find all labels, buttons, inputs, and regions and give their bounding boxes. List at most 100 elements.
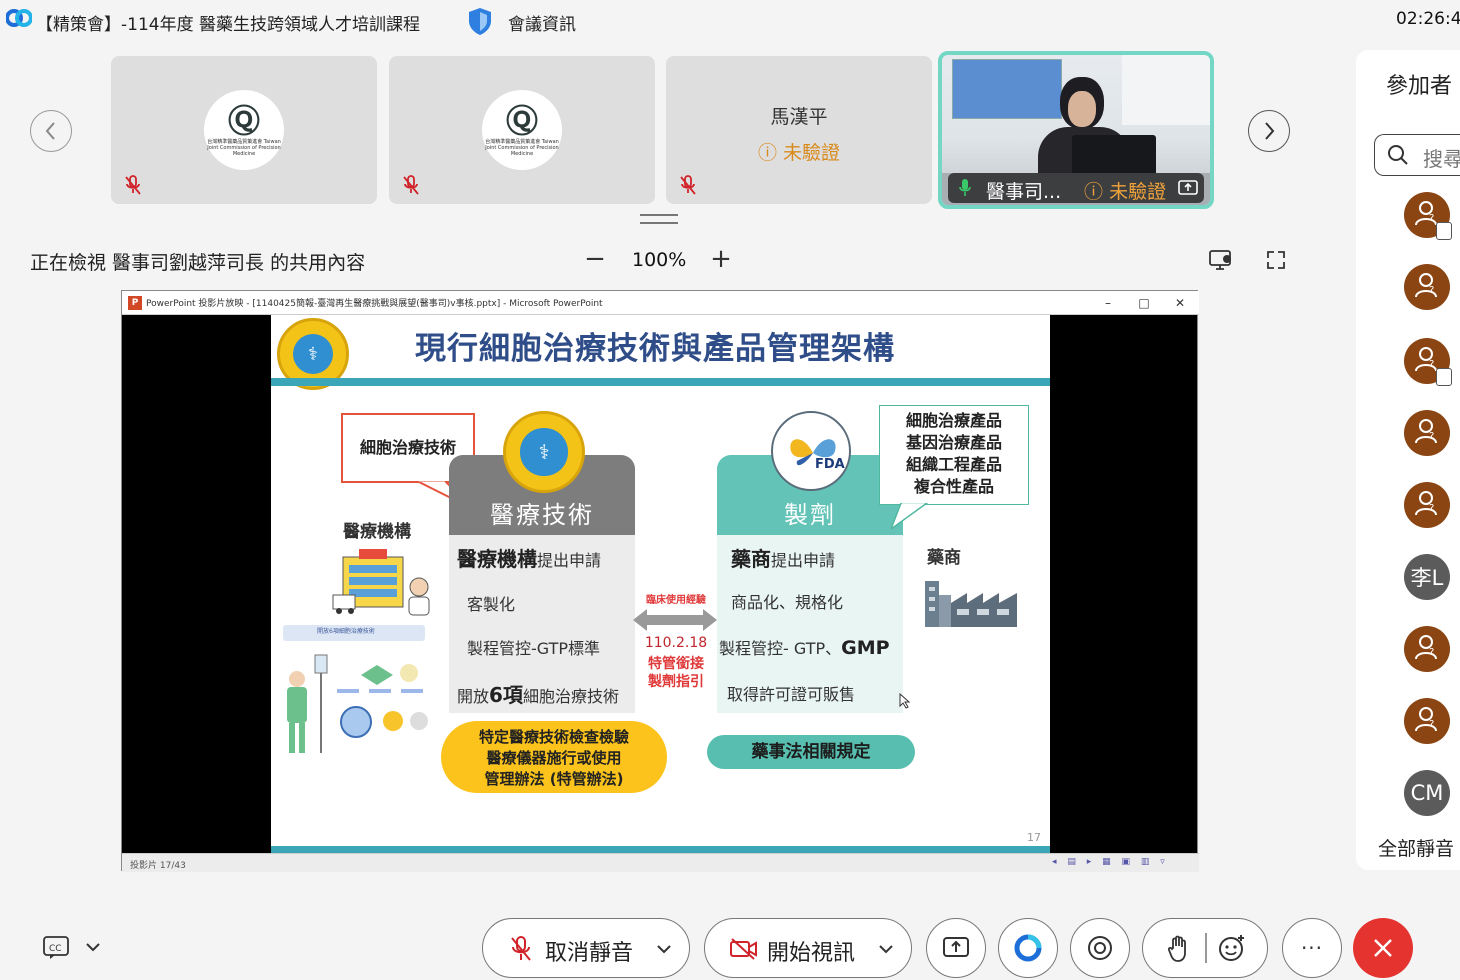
user-unknown-icon: ? — [1414, 705, 1440, 738]
help-circle-icon: ⓘ — [1084, 181, 1104, 203]
participant-avatar[interactable]: ? — [1404, 482, 1450, 528]
user-unknown-icon: ? — [1414, 633, 1440, 666]
participant-avatar-initials[interactable]: 李L — [1404, 554, 1450, 600]
user-unknown-icon: ? — [1414, 417, 1440, 450]
chevron-down-icon[interactable] — [877, 941, 895, 957]
whiteboard — [1122, 55, 1210, 125]
more-options-button[interactable]: ··· — [1282, 918, 1342, 978]
meeting-info-link[interactable]: 會議資訊 — [508, 10, 576, 35]
zoom-out-button[interactable]: − — [584, 244, 606, 274]
unmute-button[interactable]: 取消靜音 — [482, 918, 690, 978]
chevron-right-icon — [1265, 122, 1275, 140]
view-mode-icons: ◂ ▤ ▸ ▦ ▣ ▥ ▿ — [1052, 857, 1169, 867]
shield-icon[interactable] — [466, 6, 494, 36]
minimize-icon: – — [1105, 296, 1111, 310]
share-screen-button[interactable] — [926, 918, 986, 978]
participant-avatar[interactable]: ? — [1404, 410, 1450, 456]
zoom-in-button[interactable]: + — [710, 244, 732, 274]
fda-logo-icon: FDA — [771, 411, 851, 491]
participant-avatar[interactable]: ? — [1404, 192, 1452, 240]
butterfly-icon — [790, 439, 836, 466]
share-screen-icon — [943, 937, 969, 957]
meeting-clock: 02:26:45 — [1396, 9, 1460, 29]
regulation-line-3: 製劑指引 — [648, 674, 704, 690]
right-line-1: 藥商提出申請 — [731, 547, 836, 571]
fullscreen-icon[interactable] — [1264, 248, 1288, 272]
close-icon — [1374, 939, 1392, 957]
muted-mic-icon — [680, 175, 696, 195]
ppt-title-bar: P PowerPoint 投影片放映 - [1140425簡報-臺灣再生醫療挑戰… — [122, 291, 1199, 315]
header-rule — [271, 378, 1050, 386]
close-icon: ✕ — [1174, 296, 1186, 310]
record-button[interactable] — [1070, 918, 1130, 978]
wall-map — [952, 59, 1062, 119]
maximize-icon: □ — [1138, 296, 1150, 310]
chevron-down-icon[interactable] — [84, 938, 102, 956]
ministry-emblem-icon: ⚕ — [503, 411, 585, 493]
participant-search-input[interactable]: 搜尋 — [1374, 134, 1460, 176]
active-speaker-tile[interactable]: 醫事司... ⓘ 未驗證 — [938, 51, 1214, 209]
video-tile[interactable]: Ⓠ 台灣精準醫藥品質策進會 Taiwan Joint Commission of… — [111, 56, 377, 204]
participant-avatar[interactable]: ? — [1404, 264, 1450, 310]
search-icon — [1388, 145, 1408, 165]
muted-mic-icon — [125, 175, 141, 195]
regulation-line-2: 特管銜接 — [648, 656, 704, 672]
participant-avatar-initials[interactable]: CM — [1404, 770, 1450, 816]
mouse-pointer-icon — [899, 693, 911, 709]
zoom-level[interactable]: 100% — [632, 249, 686, 271]
raise-hand-icon[interactable] — [1167, 934, 1191, 964]
cell-therapy-illustration — [283, 625, 428, 753]
powerpoint-icon: P — [128, 296, 142, 310]
slide-title: 現行細胞治療技術與產品管理架構 — [415, 331, 895, 367]
chevron-down-icon[interactable] — [655, 941, 673, 957]
slide-counter: 投影片 17/43 — [130, 861, 186, 871]
unverified-status: ⓘ 未驗證 — [1084, 181, 1167, 203]
footer-rule — [271, 846, 1050, 853]
org-logo-icon: Ⓠ 台灣精準醫藥品質策進會 Taiwan Joint Commission of… — [482, 90, 562, 170]
callout-tail — [891, 503, 929, 530]
unverified-status: ⓘ 未驗證 — [757, 142, 841, 164]
participant-avatar[interactable]: ? — [1404, 626, 1450, 672]
ai-assistant-button[interactable] — [998, 918, 1058, 978]
video-tile[interactable]: 馬漢平 ⓘ 未驗證 — [666, 56, 932, 204]
participant-avatar[interactable]: ? — [1404, 698, 1450, 744]
participant-name: 醫事司... — [986, 181, 1062, 203]
org-logo-icon: Ⓠ 台灣精準醫藥品質策進會 Taiwan Joint Commission of… — [204, 90, 284, 170]
divider — [1205, 933, 1207, 963]
callout-product-types: 細胞治療產品 基因治療產品 組織工程產品 複合性產品 — [879, 405, 1029, 505]
svg-text:?: ? — [1429, 431, 1434, 442]
prev-participants-button[interactable] — [30, 110, 72, 152]
shared-content: P PowerPoint 投影片放映 - [1140425簡報-臺灣再生醫療挑戰… — [121, 290, 1199, 872]
svg-text:?: ? — [1429, 359, 1434, 370]
svg-text:?: ? — [1429, 719, 1434, 730]
resize-handle[interactable] — [640, 214, 678, 224]
start-video-button[interactable]: 開始視訊 — [704, 918, 912, 978]
participant-name: 馬漢平 — [770, 106, 828, 128]
speaker-face — [1068, 91, 1096, 127]
participant-avatar[interactable]: ? — [1404, 338, 1452, 386]
closed-captions-icon[interactable]: CC — [42, 934, 72, 960]
video-off-icon — [730, 938, 757, 960]
mute-all-button[interactable]: 全部靜音 — [1378, 834, 1454, 861]
label-pharma-company: 藥商 — [927, 548, 961, 568]
svg-text:?: ? — [1429, 647, 1434, 658]
ai-assistant-icon — [1014, 934, 1042, 962]
help-circle-icon: ⓘ — [757, 142, 777, 164]
mic-active-icon — [959, 179, 971, 196]
emoji-reaction-icon[interactable] — [1217, 933, 1247, 963]
mobile-device-icon — [1436, 222, 1452, 240]
monitor-settings-icon[interactable] — [1208, 248, 1234, 272]
reactions-group — [1142, 918, 1268, 978]
leave-meeting-button[interactable] — [1353, 918, 1413, 978]
sharing-status-label: 正在檢視 醫事司劉越萍司長 的共用內容 — [30, 252, 366, 274]
slide-page-number: 17 — [1027, 831, 1041, 844]
next-participants-button[interactable] — [1248, 110, 1290, 152]
video-tile[interactable]: Ⓠ 台灣精準醫藥品質策進會 Taiwan Joint Commission of… — [389, 56, 655, 204]
right-line-2: 商品化、規格化 — [731, 593, 844, 612]
label-medical-institution: 醫療機構 — [343, 522, 411, 542]
muted-mic-icon — [511, 936, 531, 961]
left-line-4: 開放6項細胞治療技術 — [457, 683, 619, 707]
record-icon — [1088, 936, 1112, 960]
left-line-2: 客製化 — [467, 595, 516, 614]
double-arrow-icon — [633, 609, 717, 631]
